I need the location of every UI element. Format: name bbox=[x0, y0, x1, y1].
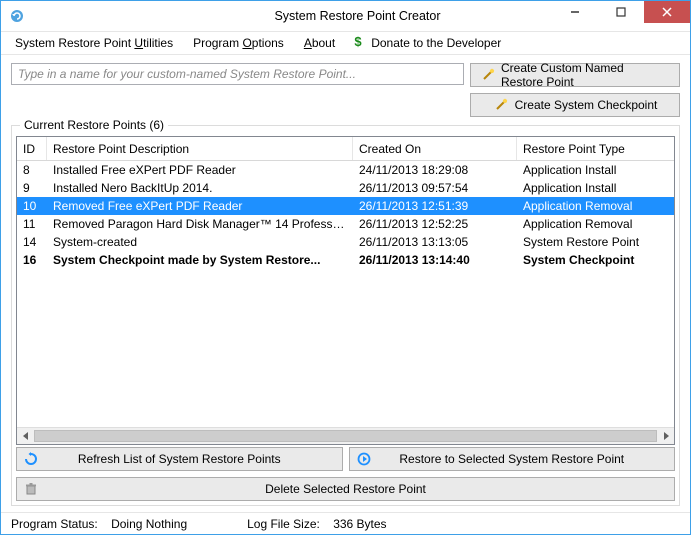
create-named-label: Create Custom Named Restore Point bbox=[501, 61, 669, 89]
cell: 11 bbox=[17, 217, 47, 231]
table-row[interactable]: 14System-created26/11/2013 13:13:05Syste… bbox=[17, 233, 674, 251]
refresh-button[interactable]: Refresh List of System Restore Points bbox=[16, 447, 343, 471]
trash-icon bbox=[23, 481, 39, 497]
delete-label: Delete Selected Restore Point bbox=[265, 482, 426, 496]
cell: System-created bbox=[47, 235, 353, 249]
table-header: ID Restore Point Description Created On … bbox=[17, 137, 674, 161]
create-checkpoint-button[interactable]: Create System Checkpoint bbox=[470, 93, 680, 117]
program-status: Program Status: Doing Nothing bbox=[11, 517, 187, 531]
table-row[interactable]: 8Installed Free eXPert PDF Reader24/11/2… bbox=[17, 161, 674, 179]
content-area: Create Custom Named Restore Point Create… bbox=[1, 55, 690, 512]
group-title: Current Restore Points (6) bbox=[20, 118, 168, 132]
cell: Removed Paragon Hard Disk Manager™ 14 Pr… bbox=[47, 217, 353, 231]
cell: Installed Nero BackItUp 2014. bbox=[47, 181, 353, 195]
col-created[interactable]: Created On bbox=[353, 137, 517, 160]
cell: Application Removal bbox=[517, 217, 674, 231]
create-named-button[interactable]: Create Custom Named Restore Point bbox=[470, 63, 680, 87]
restore-label: Restore to Selected System Restore Point bbox=[399, 452, 624, 466]
maximize-button[interactable] bbox=[598, 1, 644, 23]
close-button[interactable] bbox=[644, 1, 690, 23]
cell: 26/11/2013 12:51:39 bbox=[353, 199, 517, 213]
horizontal-scrollbar[interactable] bbox=[17, 427, 674, 444]
svg-text:$: $ bbox=[355, 35, 363, 49]
minimize-button[interactable] bbox=[552, 1, 598, 23]
cell: Application Install bbox=[517, 181, 674, 195]
cell: System Checkpoint bbox=[517, 253, 674, 267]
scroll-thumb[interactable] bbox=[34, 430, 657, 442]
table-row[interactable]: 9Installed Nero BackItUp 2014.26/11/2013… bbox=[17, 179, 674, 197]
cell: 14 bbox=[17, 235, 47, 249]
scroll-left-icon[interactable] bbox=[17, 428, 34, 445]
top-right-buttons: Create Custom Named Restore Point Create… bbox=[470, 63, 680, 117]
window-controls bbox=[552, 1, 690, 23]
restore-icon bbox=[356, 451, 372, 467]
cell: 26/11/2013 12:52:25 bbox=[353, 217, 517, 231]
cell: Application Install bbox=[517, 163, 674, 177]
dollar-icon: $ bbox=[351, 35, 365, 52]
col-type[interactable]: Restore Point Type bbox=[517, 137, 674, 160]
restore-points-table[interactable]: ID Restore Point Description Created On … bbox=[16, 136, 675, 445]
wand-icon bbox=[493, 97, 509, 113]
program-status-value: Doing Nothing bbox=[111, 517, 187, 531]
create-checkpoint-label: Create System Checkpoint bbox=[515, 98, 658, 112]
cell: System Checkpoint made by System Restore… bbox=[47, 253, 353, 267]
menu-options[interactable]: Program Options bbox=[185, 34, 292, 52]
cell: 16 bbox=[17, 253, 47, 267]
restore-button[interactable]: Restore to Selected System Restore Point bbox=[349, 447, 676, 471]
cell: 24/11/2013 18:29:08 bbox=[353, 163, 517, 177]
menu-donate[interactable]: Donate to the Developer bbox=[371, 34, 509, 52]
col-desc[interactable]: Restore Point Description bbox=[47, 137, 353, 160]
cell: Application Removal bbox=[517, 199, 674, 213]
wand-icon bbox=[481, 67, 495, 83]
titlebar: System Restore Point Creator bbox=[1, 1, 690, 31]
cell: 26/11/2013 13:13:05 bbox=[353, 235, 517, 249]
scroll-track[interactable] bbox=[34, 428, 657, 445]
table-row[interactable]: 11Removed Paragon Hard Disk Manager™ 14 … bbox=[17, 215, 674, 233]
table-body: 8Installed Free eXPert PDF Reader24/11/2… bbox=[17, 161, 674, 427]
table-row[interactable]: 10Removed Free eXPert PDF Reader26/11/20… bbox=[17, 197, 674, 215]
cell: 9 bbox=[17, 181, 47, 195]
menu-utilities[interactable]: System Restore Point Utilities bbox=[7, 34, 181, 52]
delete-button[interactable]: Delete Selected Restore Point bbox=[16, 477, 675, 501]
refresh-label: Refresh List of System Restore Points bbox=[78, 452, 281, 466]
restore-points-group: Current Restore Points (6) ID Restore Po… bbox=[11, 125, 680, 506]
top-row: Create Custom Named Restore Point Create… bbox=[11, 63, 680, 117]
app-window: System Restore Point Creator System Rest… bbox=[0, 0, 691, 535]
program-status-label: Program Status: bbox=[11, 517, 98, 531]
log-size-value: 336 Bytes bbox=[333, 517, 386, 531]
col-id[interactable]: ID bbox=[17, 137, 47, 160]
cell: 8 bbox=[17, 163, 47, 177]
cell: 10 bbox=[17, 199, 47, 213]
cell: 26/11/2013 13:14:40 bbox=[353, 253, 517, 267]
bottom-buttons: Refresh List of System Restore Points Re… bbox=[16, 445, 675, 501]
statusbar: Program Status: Doing Nothing Log File S… bbox=[1, 512, 690, 534]
menubar: System Restore Point Utilities Program O… bbox=[1, 31, 690, 55]
cell: Installed Free eXPert PDF Reader bbox=[47, 163, 353, 177]
scroll-right-icon[interactable] bbox=[657, 428, 674, 445]
cell: 26/11/2013 09:57:54 bbox=[353, 181, 517, 195]
menu-about[interactable]: About bbox=[296, 34, 343, 52]
cell: Removed Free eXPert PDF Reader bbox=[47, 199, 353, 213]
restore-point-name-input[interactable] bbox=[11, 63, 464, 85]
app-icon bbox=[9, 8, 25, 24]
refresh-icon bbox=[23, 451, 39, 467]
log-size-label: Log File Size: bbox=[247, 517, 320, 531]
log-file-size: Log File Size: 336 Bytes bbox=[247, 517, 386, 531]
cell: System Restore Point bbox=[517, 235, 674, 249]
table-row[interactable]: 16System Checkpoint made by System Resto… bbox=[17, 251, 674, 269]
